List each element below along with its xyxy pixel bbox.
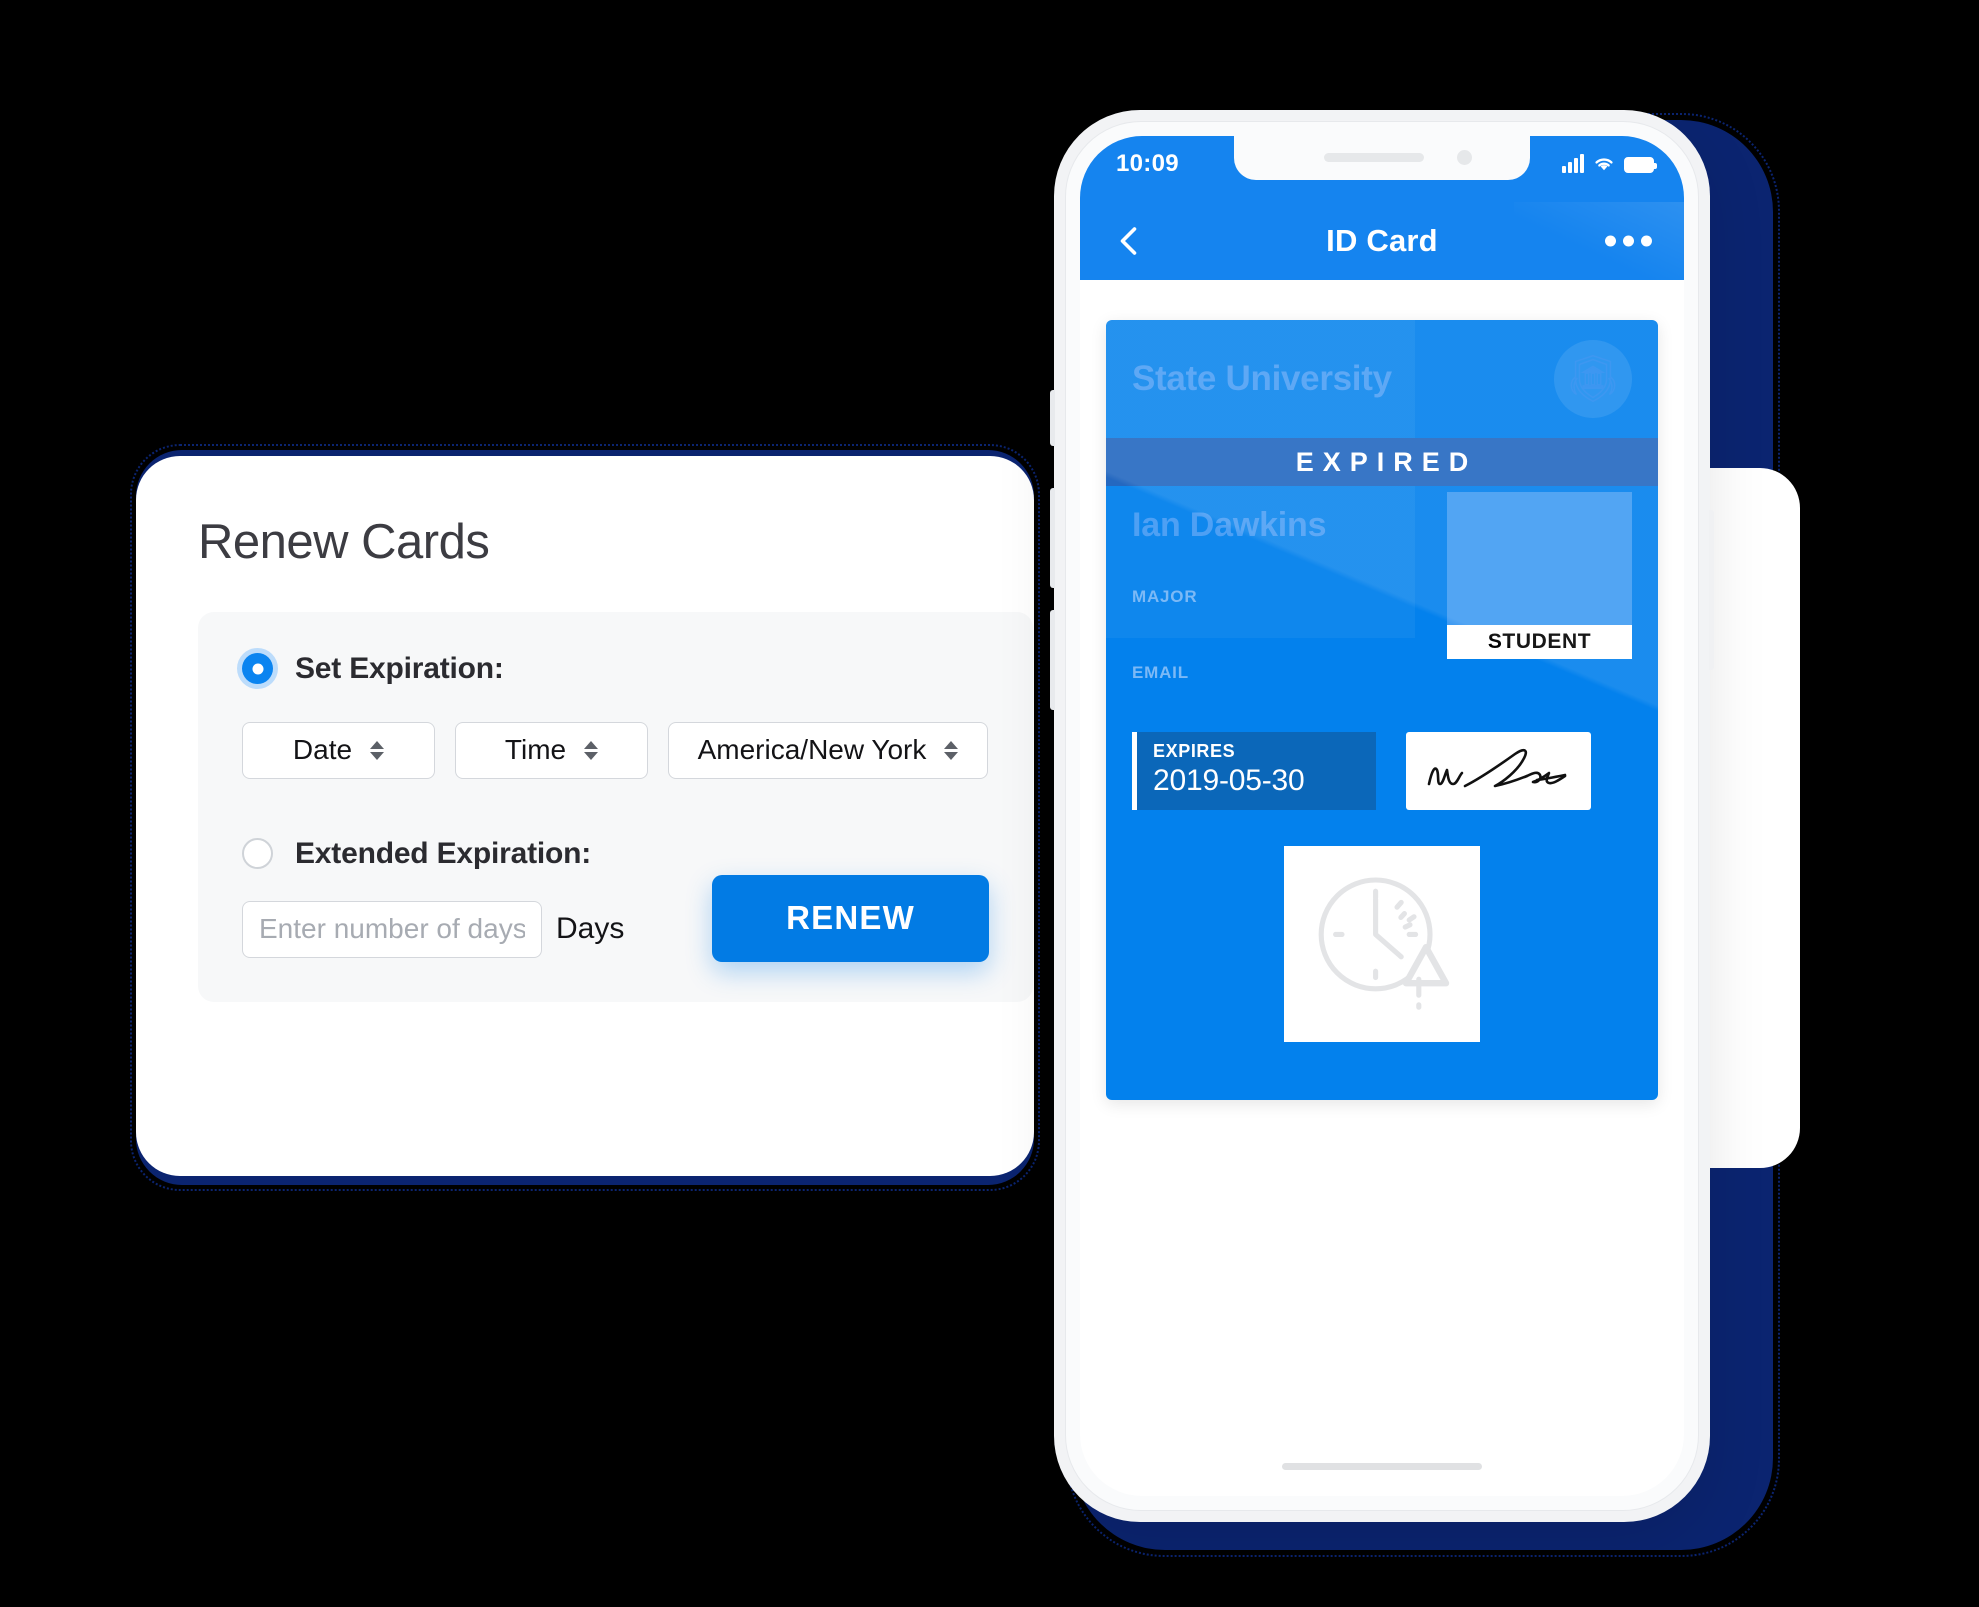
page-title: Renew Cards xyxy=(198,515,490,569)
renew-cards-panel: Renew Cards Set Expiration: Date Time Am… xyxy=(136,456,1034,1176)
date-select-value: Date xyxy=(292,734,353,766)
id-card-area: State University EXPIRED Ian Dawkins MAJ… xyxy=(1080,280,1684,1140)
set-expiration-radio[interactable] xyxy=(242,653,273,685)
university-name: State University xyxy=(1132,359,1392,398)
renew-form: Set Expiration: Date Time America/New Yo… xyxy=(198,611,1033,1002)
home-indicator[interactable] xyxy=(1282,1463,1482,1470)
power-button[interactable] xyxy=(1709,510,1714,670)
app-bar-title: ID Card xyxy=(1326,223,1438,258)
status-bar: 10:09 xyxy=(1080,136,1684,202)
app-bar: ID Card xyxy=(1080,202,1684,280)
extended-expiration-option[interactable]: Extended Expiration: xyxy=(242,837,989,871)
front-camera-icon xyxy=(1457,150,1472,165)
status-badge-text: EXPIRED xyxy=(1295,446,1478,477)
chevron-updown-icon xyxy=(370,740,385,760)
battery-icon xyxy=(1624,157,1657,173)
volume-up-button[interactable] xyxy=(1050,488,1055,588)
days-input[interactable] xyxy=(242,900,542,958)
id-card-meta: EXPIRES 2019-05-30 xyxy=(1106,732,1658,810)
speaker-grill xyxy=(1324,153,1424,162)
chevron-updown-icon xyxy=(584,740,599,760)
id-card: State University EXPIRED Ian Dawkins MAJ… xyxy=(1106,320,1658,1100)
status-bar-time: 10:09 xyxy=(1116,150,1179,177)
cellular-bars-icon xyxy=(1562,153,1584,173)
renew-button[interactable]: RENEW xyxy=(712,874,989,962)
card-photo-block: STUDENT xyxy=(1447,492,1632,659)
more-options-button[interactable] xyxy=(1605,235,1652,247)
phone-screen: 10:09 ID Card State University EXPIRED I… xyxy=(1080,136,1684,1496)
days-unit-label: Days xyxy=(556,912,625,946)
id-card-header: State University xyxy=(1106,320,1658,438)
volume-down-button[interactable] xyxy=(1050,610,1055,710)
id-card-body: Ian Dawkins MAJOR EMAIL STUDENT xyxy=(1106,486,1658,736)
silent-switch[interactable] xyxy=(1050,390,1055,446)
notch xyxy=(1234,136,1530,180)
expires-date: 2019-05-30 xyxy=(1153,764,1305,797)
signature-icon xyxy=(1406,732,1591,810)
time-select[interactable]: Time xyxy=(455,721,648,779)
timezone-select[interactable]: America/New York xyxy=(668,721,988,779)
time-select-value: Time xyxy=(504,734,567,766)
status-badge: EXPIRED xyxy=(1106,438,1658,486)
status-bar-icons xyxy=(1562,153,1657,173)
extended-expiration-label: Extended Expiration: xyxy=(295,836,592,870)
date-select[interactable]: Date xyxy=(242,721,435,779)
back-button[interactable] xyxy=(1112,223,1148,259)
photo-placeholder xyxy=(1447,492,1632,625)
set-expiration-option[interactable]: Set Expiration: xyxy=(242,652,989,686)
extended-expiration-radio[interactable] xyxy=(242,838,273,870)
set-expiration-label: Set Expiration: xyxy=(295,651,504,685)
role-tag: STUDENT xyxy=(1447,625,1632,659)
expired-illustration xyxy=(1106,810,1658,1100)
phone-mockup: 10:09 ID Card State University EXPIRED I… xyxy=(1050,110,1714,1522)
timezone-select-value: America/New York xyxy=(697,734,927,766)
clock-warning-icon xyxy=(1284,846,1480,1042)
email-label: EMAIL xyxy=(1132,663,1189,682)
expires-block: EXPIRES 2019-05-30 xyxy=(1132,732,1376,810)
chevron-updown-icon xyxy=(944,740,959,760)
expiration-selects: Date Time America/New York xyxy=(242,721,989,779)
screenshot-root: Renew Cards Set Expiration: Date Time Am… xyxy=(0,0,1979,1607)
university-seal-icon xyxy=(1554,340,1632,418)
expires-label: EXPIRES xyxy=(1153,741,1236,761)
wifi-icon xyxy=(1595,158,1613,171)
